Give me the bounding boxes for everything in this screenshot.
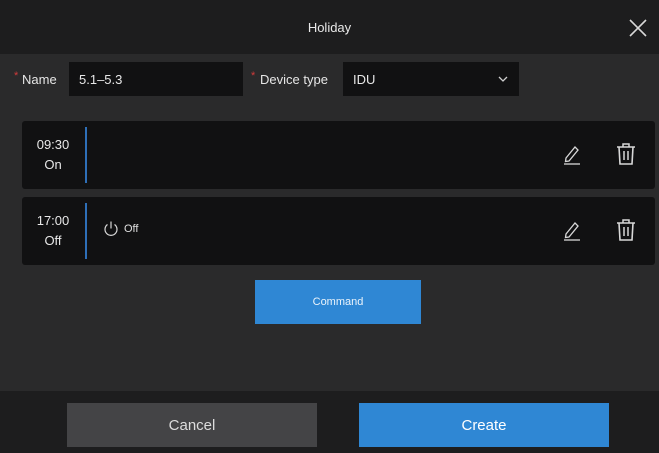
device-type-value: IDU <box>353 71 376 87</box>
name-value: 5.1–5.3 <box>79 71 123 87</box>
schedule-state: Off <box>44 233 62 248</box>
schedule-time: 09:30 <box>36 137 70 152</box>
schedule-time-block: 17:00 Off <box>22 197 84 265</box>
dialog-footer: Cancel Create <box>0 391 659 453</box>
edit-icon[interactable] <box>562 143 582 165</box>
schedule-divider <box>85 203 87 259</box>
form-row: * Name 5.1–5.3 * Device type IDU <box>0 60 659 100</box>
schedule-command-label: Off <box>124 223 139 235</box>
close-icon[interactable] <box>627 17 649 39</box>
schedule-time: 17:00 <box>36 213 70 228</box>
device-type-label: Device type <box>260 72 328 87</box>
dialog-title: Holiday <box>307 19 352 35</box>
edit-icon[interactable] <box>562 219 582 241</box>
required-marker-name: * <box>14 70 19 82</box>
schedule-divider <box>85 127 87 183</box>
name-field[interactable]: 5.1–5.3 <box>69 62 243 96</box>
schedule-item[interactable]: 17:00 Off Off <box>22 197 655 265</box>
power-icon <box>104 221 118 236</box>
trash-icon[interactable] <box>616 218 636 242</box>
schedule-item[interactable]: 09:30 On <box>22 121 655 189</box>
create-button[interactable]: Create <box>359 403 609 447</box>
trash-icon[interactable] <box>616 142 636 166</box>
name-label: Name <box>22 72 57 87</box>
dialog-header: Holiday <box>0 0 659 54</box>
command-button[interactable]: Command <box>255 280 421 324</box>
schedule-command: Off <box>102 220 138 238</box>
schedule-state: On <box>44 157 62 172</box>
schedule-time-block: 09:30 On <box>22 121 84 189</box>
cancel-button[interactable]: Cancel <box>67 403 317 447</box>
device-type-select[interactable]: IDU <box>343 62 519 96</box>
chevron-down-icon <box>498 76 508 82</box>
required-marker-device: * <box>251 70 256 82</box>
